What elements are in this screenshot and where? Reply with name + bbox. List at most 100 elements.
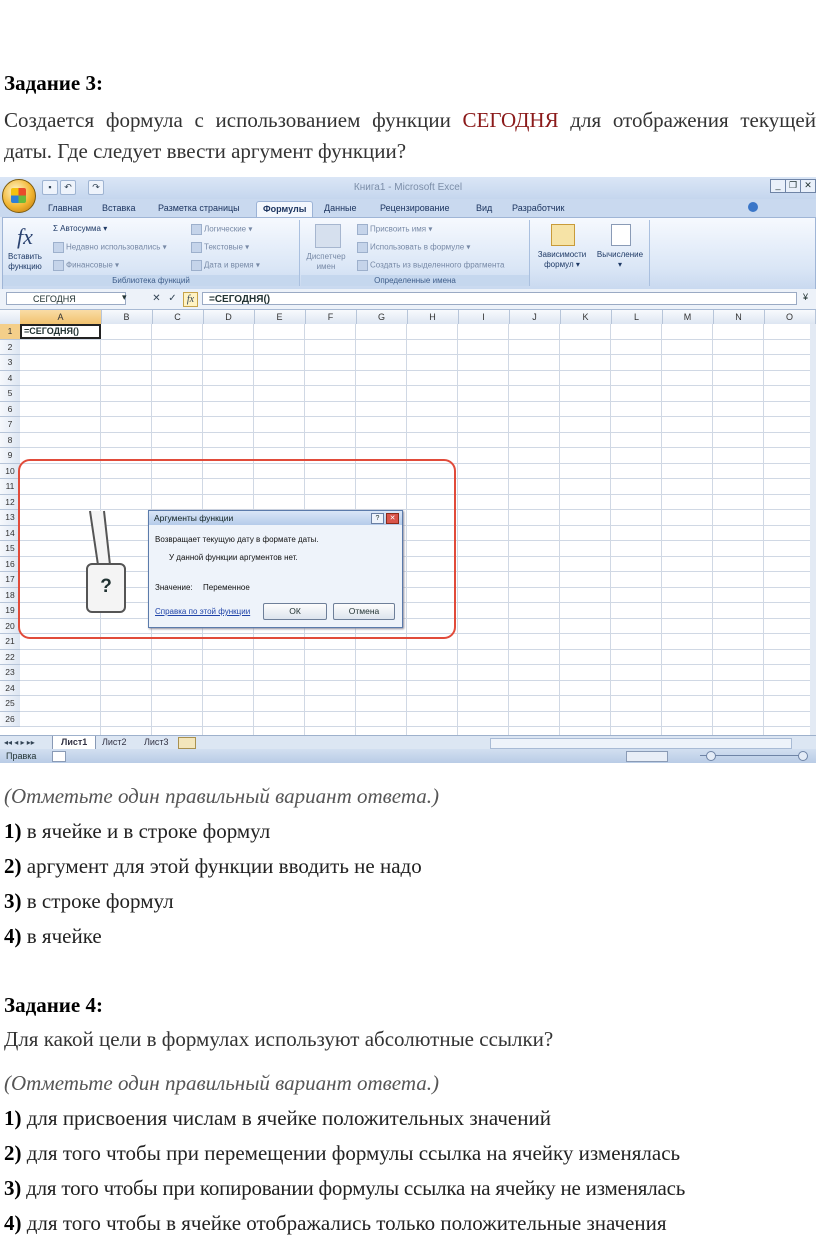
assign-name-button[interactable]: Присвоить имя ▾ — [357, 224, 432, 235]
row-header[interactable]: 22 — [0, 649, 20, 665]
row-header[interactable]: 24 — [0, 680, 20, 696]
name-box[interactable]: СЕГОДНЯ — [6, 292, 126, 305]
recent-functions-button[interactable]: Недавно использовались ▾ — [53, 242, 167, 253]
expand-formula-bar-icon[interactable]: ¥ — [803, 292, 808, 302]
row-header[interactable]: 20 — [0, 618, 20, 634]
row-header[interactable]: 12 — [0, 494, 20, 510]
restore-button[interactable]: ❐ — [785, 179, 801, 193]
task3-option-1[interactable]: 1) в ячейке и в строке формул — [4, 819, 270, 844]
office-button[interactable] — [2, 179, 36, 213]
ok-button[interactable]: ОК — [263, 603, 327, 620]
task4-option-3[interactable]: 3) для того чтобы при копировании формул… — [4, 1176, 685, 1201]
sheet-tab-1[interactable]: Лист1 — [52, 736, 97, 750]
tab-review[interactable]: Рецензирование — [374, 201, 456, 216]
task4-option-2[interactable]: 2) для того чтобы при перемещении формул… — [4, 1141, 680, 1166]
datetime-functions-button[interactable]: Дата и время ▾ — [191, 260, 260, 271]
function-help-link[interactable]: Справка по этой функции — [155, 607, 250, 616]
insert-sheet-icon[interactable] — [178, 737, 196, 749]
vertical-scrollbar[interactable] — [810, 324, 816, 735]
tab-view[interactable]: Вид — [470, 201, 498, 216]
tab-page-layout[interactable]: Разметка страницы — [152, 201, 246, 216]
row-header[interactable]: 23 — [0, 665, 20, 681]
column-header[interactable]: M — [662, 310, 714, 324]
name-manager-button[interactable]: Диспетчер имен — [301, 252, 351, 272]
column-header[interactable]: G — [356, 310, 408, 324]
row-header[interactable]: 21 — [0, 634, 20, 650]
column-header[interactable]: K — [560, 310, 612, 324]
tab-data[interactable]: Данные — [318, 201, 363, 216]
zoom-in-icon[interactable] — [798, 751, 808, 761]
column-header[interactable]: C — [152, 310, 204, 324]
confirm-entry-icon[interactable]: ✓ — [166, 292, 179, 305]
row-header[interactable]: 17 — [0, 572, 20, 588]
row-header[interactable]: 11 — [0, 479, 20, 495]
dependencies-button[interactable]: Зависимости формул ▾ — [533, 250, 591, 270]
row-header[interactable]: 5 — [0, 386, 20, 402]
column-header[interactable]: D — [203, 310, 255, 324]
row-header[interactable]: 26 — [0, 711, 20, 727]
tab-home[interactable]: Главная — [42, 201, 88, 216]
row-header[interactable]: 16 — [0, 556, 20, 572]
use-in-formula-button[interactable]: Использовать в формуле ▾ — [357, 242, 470, 253]
column-header[interactable]: F — [305, 310, 357, 324]
insert-function-button[interactable]: Вставить функцию — [5, 252, 45, 272]
column-header[interactable]: H — [407, 310, 459, 324]
row-header[interactable]: 3 — [0, 355, 20, 371]
calculation-button[interactable]: Вычисление ▾ — [593, 250, 647, 270]
select-all-corner[interactable] — [0, 310, 21, 324]
formula-input[interactable]: =СЕГОДНЯ() — [202, 292, 797, 305]
minimize-button[interactable]: _ — [770, 179, 786, 193]
sheet-tab-3[interactable]: Лист3 — [136, 736, 177, 749]
name-box-dropdown-icon[interactable]: ▾ — [122, 292, 127, 303]
help-icon[interactable] — [748, 202, 758, 212]
row-header[interactable]: 15 — [0, 541, 20, 557]
logical-functions-button[interactable]: Логические ▾ — [191, 224, 252, 235]
column-header[interactable]: O — [764, 310, 816, 324]
close-button[interactable]: ✕ — [800, 179, 816, 193]
row-header[interactable]: 25 — [0, 696, 20, 712]
zoom-out-icon[interactable] — [706, 751, 716, 761]
view-buttons[interactable] — [626, 751, 668, 762]
row-header[interactable]: 14 — [0, 525, 20, 541]
sheet-nav-icons[interactable]: ◂◂ ◂ ▸ ▸▸ — [4, 736, 35, 749]
sheet-tab-2[interactable]: Лист2 — [94, 736, 135, 749]
task3-option-4[interactable]: 4) в ячейке — [4, 924, 102, 949]
row-header[interactable]: 9 — [0, 448, 20, 464]
column-header[interactable]: J — [509, 310, 561, 324]
task3-option-3[interactable]: 3) в строке формул — [4, 889, 174, 914]
row-header[interactable]: 7 — [0, 417, 20, 433]
horizontal-scrollbar[interactable] — [490, 738, 792, 749]
save-icon[interactable]: ▪ — [42, 180, 58, 195]
dialog-close-icon[interactable]: ✕ — [386, 513, 399, 524]
column-header[interactable]: E — [254, 310, 306, 324]
cell-a1[interactable]: =СЕГОДНЯ() — [20, 324, 101, 339]
undo-icon[interactable]: ↶ — [60, 180, 76, 195]
column-header[interactable]: L — [611, 310, 663, 324]
tab-developer[interactable]: Разработчик — [506, 201, 570, 216]
dialog-help-icon[interactable]: ? — [371, 513, 384, 524]
row-header[interactable]: 1 — [0, 324, 20, 340]
task3-option-2[interactable]: 2) аргумент для этой функции вводить не … — [4, 854, 422, 879]
tab-insert[interactable]: Вставка — [96, 201, 141, 216]
row-header[interactable]: 19 — [0, 603, 20, 619]
cancel-button[interactable]: Отмена — [333, 603, 395, 620]
create-from-selection-button[interactable]: Создать из выделенного фрагмента — [357, 260, 504, 271]
financial-functions-button[interactable]: Финансовые ▾ — [53, 260, 119, 271]
row-header[interactable]: 4 — [0, 370, 20, 386]
row-header[interactable]: 8 — [0, 432, 20, 448]
tab-formulas[interactable]: Формулы — [256, 201, 314, 217]
column-header[interactable]: I — [458, 310, 510, 324]
column-header[interactable]: N — [713, 310, 765, 324]
row-header[interactable]: 10 — [0, 463, 20, 479]
text-functions-button[interactable]: Текстовые ▾ — [191, 242, 249, 253]
row-header[interactable]: 18 — [0, 587, 20, 603]
cancel-entry-icon[interactable]: ✕ — [150, 292, 163, 305]
autosum-button[interactable]: Σ Автосумма ▾ — [53, 224, 107, 233]
macro-record-icon[interactable] — [52, 751, 66, 762]
task4-option-4[interactable]: 4) для того чтобы в ячейке отображались … — [4, 1211, 667, 1236]
row-header[interactable]: 13 — [0, 510, 20, 526]
insert-function-fx-button[interactable]: fx — [183, 292, 198, 307]
column-header[interactable]: B — [101, 310, 153, 324]
task4-option-1[interactable]: 1) для присвоения числам в ячейке положи… — [4, 1106, 551, 1131]
column-header[interactable]: A — [20, 310, 102, 324]
